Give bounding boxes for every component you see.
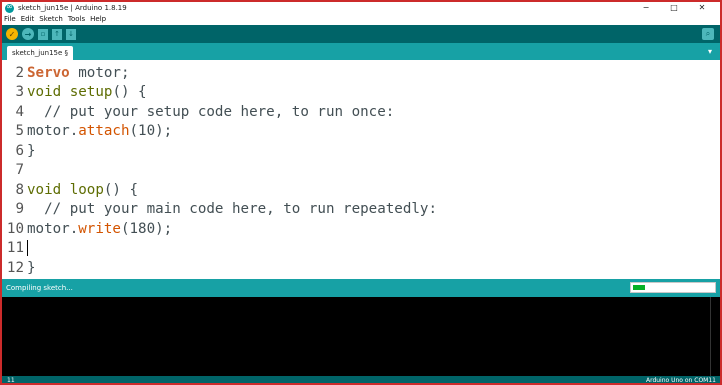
line-number: 8 bbox=[15, 181, 24, 198]
text-cursor bbox=[27, 240, 28, 256]
new-sketch-button[interactable]: ▫ bbox=[38, 28, 48, 40]
menu-bar: File Edit Sketch Tools Help bbox=[2, 14, 720, 25]
minimize-button[interactable]: − bbox=[632, 2, 660, 14]
code-token: loop bbox=[69, 181, 104, 198]
code-token: // put your main code here, to run repea… bbox=[27, 201, 437, 217]
code-line[interactable]: 8 void loop() { bbox=[2, 180, 138, 199]
code-line[interactable]: 10 motor. write (180); bbox=[2, 219, 172, 238]
status-message: Compiling sketch... bbox=[6, 284, 73, 292]
line-number: 12 bbox=[6, 259, 24, 276]
code-line[interactable]: 11 bbox=[2, 239, 28, 258]
editor-scrollbar[interactable] bbox=[712, 60, 720, 279]
code-token: } bbox=[27, 259, 36, 276]
output-console[interactable] bbox=[2, 297, 720, 376]
menu-sketch[interactable]: Sketch bbox=[39, 14, 63, 25]
footer-bar: 11 Arduino Uno on COM11 bbox=[2, 376, 720, 384]
board-port-info: Arduino Uno on COM11 bbox=[645, 377, 716, 384]
line-number: 3 bbox=[15, 84, 24, 100]
close-button[interactable]: ✕ bbox=[688, 2, 716, 14]
title-bar: sketch_jun15e | Arduino 1.8.19 − □ ✕ bbox=[2, 2, 720, 14]
line-number: 7 bbox=[15, 162, 24, 178]
menu-file[interactable]: File bbox=[4, 14, 16, 25]
tab-row: sketch_jun15e § ▾ bbox=[2, 43, 720, 60]
menu-edit[interactable]: Edit bbox=[21, 14, 35, 25]
code-token: (10); bbox=[129, 123, 173, 139]
code-line[interactable]: 12} bbox=[2, 258, 36, 277]
window-title: sketch_jun15e | Arduino 1.8.19 bbox=[18, 4, 127, 12]
line-number: 4 bbox=[15, 103, 24, 120]
code-token: motor. bbox=[27, 220, 79, 237]
upload-button[interactable]: → bbox=[22, 28, 34, 40]
line-number: 5 bbox=[15, 123, 24, 139]
code-token: void bbox=[27, 181, 62, 198]
arduino-ide-window: sketch_jun15e | Arduino 1.8.19 − □ ✕ Fil… bbox=[0, 0, 722, 385]
code-token: write bbox=[78, 220, 121, 237]
open-sketch-button[interactable]: ↑ bbox=[52, 28, 62, 40]
code-token: (180); bbox=[120, 220, 173, 237]
menu-help[interactable]: Help bbox=[90, 14, 106, 25]
line-number: 9 bbox=[15, 201, 24, 217]
code-token: () { bbox=[103, 181, 139, 198]
toolbar: ✓ → ▫ ↑ ↓ ⌕ bbox=[2, 25, 720, 43]
code-token: // put your setup code here, to run once… bbox=[27, 103, 395, 120]
maximize-button[interactable]: □ bbox=[660, 2, 688, 14]
code-token: attach bbox=[78, 123, 130, 139]
code-line[interactable]: 3 void setup() { bbox=[2, 83, 147, 102]
code-line[interactable]: 2 Servo motor; bbox=[2, 63, 130, 82]
code-token: motor; bbox=[69, 64, 130, 81]
code-token: void bbox=[27, 84, 62, 100]
save-sketch-button[interactable]: ↓ bbox=[66, 28, 76, 40]
code-line[interactable]: 6} bbox=[2, 141, 36, 160]
code-token: setup bbox=[69, 84, 113, 100]
code-line[interactable]: 9 // put your main code here, to run rep… bbox=[2, 200, 437, 219]
code-line[interactable]: 4 // put your setup code here, to run on… bbox=[2, 102, 394, 121]
line-number: 11 bbox=[6, 240, 24, 256]
code-editor[interactable]: 2 Servo motor; 3 void setup() {4 // put you… bbox=[2, 60, 720, 279]
tab-menu-chevron-down-icon[interactable]: ▾ bbox=[705, 46, 715, 57]
tab-sketch[interactable]: sketch_jun15e § bbox=[7, 46, 74, 60]
code-token: } bbox=[27, 142, 36, 159]
line-number: 10 bbox=[6, 220, 24, 237]
progress-fill bbox=[633, 285, 645, 290]
line-number: 2 bbox=[15, 64, 24, 81]
code-token: motor. bbox=[27, 123, 79, 139]
code-line[interactable]: 5 motor. attach (10); bbox=[2, 122, 172, 141]
menu-tools[interactable]: Tools bbox=[68, 14, 85, 25]
compile-progress-bar bbox=[630, 282, 716, 293]
code-line[interactable]: 7 bbox=[2, 161, 27, 180]
current-line-number: 11 bbox=[7, 377, 15, 384]
code-token: Servo bbox=[27, 64, 70, 81]
window-controls: − □ ✕ bbox=[632, 2, 716, 14]
console-scrollbar[interactable] bbox=[710, 297, 720, 376]
verify-button[interactable]: ✓ bbox=[6, 28, 18, 40]
serial-monitor-button[interactable]: ⌕ bbox=[702, 28, 714, 40]
code-token: () { bbox=[112, 84, 147, 100]
line-number: 6 bbox=[15, 142, 24, 159]
arduino-logo-icon bbox=[5, 2, 14, 13]
status-bar: Compiling sketch... bbox=[2, 279, 720, 297]
